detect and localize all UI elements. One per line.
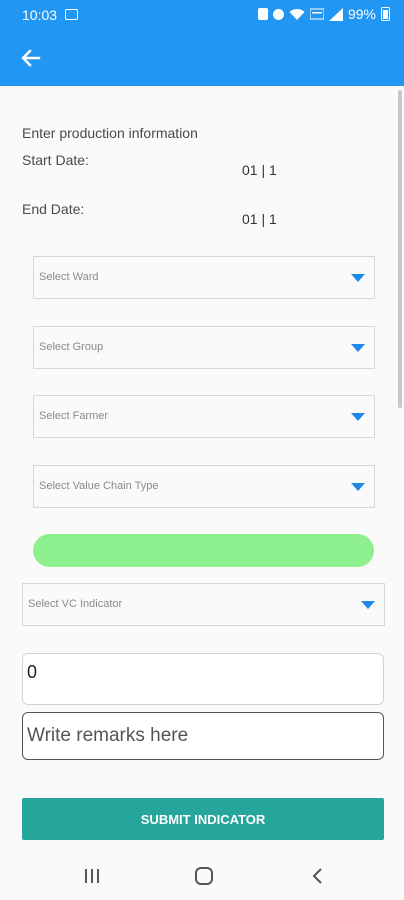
end-date-label: End Date: bbox=[22, 201, 85, 217]
scrollbar[interactable] bbox=[398, 90, 402, 408]
home-icon[interactable] bbox=[192, 864, 216, 888]
form-intro: Enter production information bbox=[22, 125, 198, 141]
dropdown-arrow-icon bbox=[351, 483, 365, 491]
quantity-value: 0 bbox=[27, 662, 38, 682]
ward-select-label: Select Ward bbox=[39, 271, 99, 283]
value-chain-select[interactable]: Select Value Chain Type bbox=[33, 465, 375, 508]
start-date-picker[interactable]: 01 | 1 bbox=[242, 162, 277, 178]
end-date-picker[interactable]: 01 | 1 bbox=[242, 211, 277, 227]
recents-icon[interactable] bbox=[80, 864, 104, 888]
dropdown-arrow-icon bbox=[351, 413, 365, 421]
system-nav-bar bbox=[0, 850, 404, 900]
status-bar-indicator bbox=[33, 534, 374, 567]
group-select[interactable]: Select Group bbox=[33, 326, 375, 369]
status-icons: 99% bbox=[257, 6, 390, 22]
back-button[interactable] bbox=[14, 41, 48, 75]
alarm-icon bbox=[272, 8, 284, 20]
vc-indicator-select[interactable]: Select VC Indicator bbox=[22, 583, 385, 626]
signal-icon bbox=[328, 7, 343, 21]
group-select-label: Select Group bbox=[39, 341, 104, 353]
vc-indicator-select-label: Select VC Indicator bbox=[28, 598, 123, 610]
ward-select[interactable]: Select Ward bbox=[33, 256, 375, 299]
remarks-placeholder: Write remarks here bbox=[27, 725, 189, 746]
value-chain-select-label: Select Value Chain Type bbox=[39, 480, 159, 492]
battery-percent: 99% bbox=[347, 6, 376, 22]
quantity-input[interactable]: 0 bbox=[22, 653, 384, 705]
remarks-input[interactable]: Write remarks here bbox=[22, 712, 384, 760]
status-bar: 10:03 99% bbox=[0, 0, 404, 30]
battery-saver-icon bbox=[257, 8, 268, 20]
app-bar bbox=[0, 30, 404, 86]
farmer-select[interactable]: Select Farmer bbox=[33, 395, 375, 438]
submit-indicator-button[interactable]: SUBMIT INDICATOR bbox=[22, 798, 384, 840]
start-date-label: Start Date: bbox=[22, 152, 89, 168]
battery-icon bbox=[381, 7, 390, 21]
dropdown-arrow-icon bbox=[361, 601, 375, 609]
status-time: 10:03 bbox=[22, 7, 58, 23]
arrow-back-icon bbox=[21, 49, 41, 67]
farmer-select-label: Select Farmer bbox=[39, 410, 109, 422]
dropdown-arrow-icon bbox=[351, 274, 365, 282]
image-icon bbox=[65, 9, 78, 20]
back-icon[interactable] bbox=[306, 864, 330, 888]
dropdown-arrow-icon bbox=[351, 344, 365, 352]
volte-icon bbox=[309, 8, 324, 20]
wifi-icon bbox=[289, 8, 305, 20]
